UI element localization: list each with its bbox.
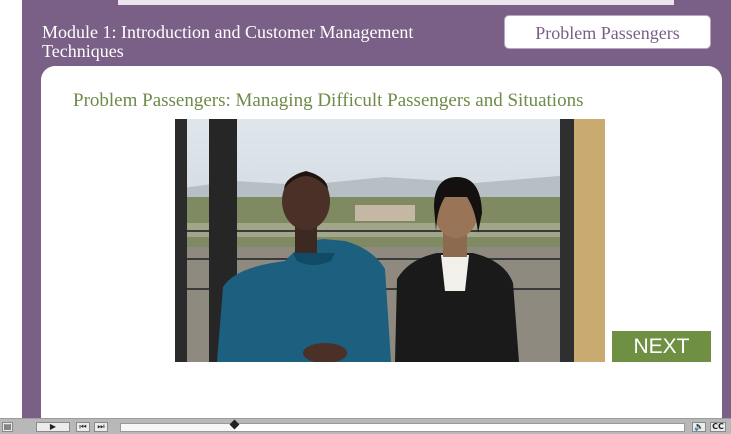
next-button[interactable]: NEXT xyxy=(612,331,711,362)
video-player[interactable] xyxy=(175,119,605,362)
skip-back-icon[interactable]: ⏮ xyxy=(76,422,90,432)
section-badge: Problem Passengers xyxy=(504,15,711,49)
content-heading: Problem Passengers: Managing Difficult P… xyxy=(73,90,584,111)
content-panel: Problem Passengers: Managing Difficult P… xyxy=(41,66,722,418)
player-controls: ▤ ▶ ⏮ ⏭ 🔈 CC xyxy=(0,418,731,434)
video-frame-image xyxy=(175,119,605,362)
closed-caption-icon[interactable]: CC xyxy=(710,422,726,432)
module-title: Module 1: Introduction and Customer Mana… xyxy=(42,22,414,61)
progress-fill xyxy=(121,424,234,431)
progress-bar[interactable] xyxy=(120,419,685,432)
volume-icon[interactable]: 🔈 xyxy=(692,422,706,432)
play-icon[interactable]: ▶ xyxy=(36,422,70,432)
skip-forward-icon[interactable]: ⏭ xyxy=(94,422,108,432)
menu-icon[interactable]: ▤ xyxy=(2,422,13,432)
top-tab xyxy=(118,0,674,5)
